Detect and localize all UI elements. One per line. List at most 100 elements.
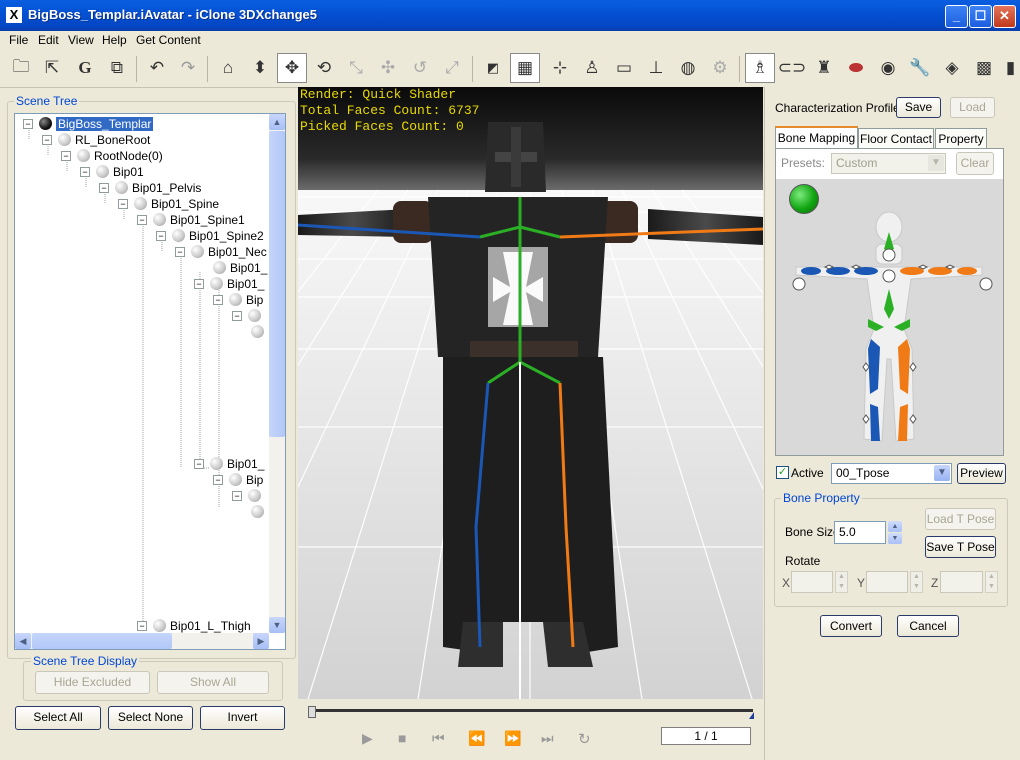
stepper-down-icon[interactable]: ▼ [888, 533, 902, 544]
open-folder-icon[interactable]: 🗀 [6, 53, 36, 83]
pill-icon[interactable]: ⊂⊃ [777, 53, 807, 83]
tab-bone-mapping[interactable]: Bone Mapping [775, 126, 858, 148]
sphere-icon[interactable]: ◉ [873, 53, 903, 83]
tab-floor-contact[interactable]: Floor Contact [858, 128, 934, 148]
tree-hscroll[interactable]: ◀ ▶ [15, 633, 269, 649]
scroll-down-icon[interactable]: ▼ [269, 617, 285, 633]
convert-button[interactable]: Convert [820, 615, 882, 637]
tree-node-label: RootNode(0) [94, 149, 163, 163]
render-mode-text: Render: Quick Shader [300, 87, 457, 102]
active-checkbox[interactable]: ✓ [776, 466, 789, 479]
select-none-button[interactable]: Select None [108, 706, 193, 730]
rotate-x-stepper[interactable]: ▲ ▼ [835, 571, 848, 593]
cancel-button[interactable]: Cancel [897, 615, 959, 637]
paint-icon[interactable]: ▩ [969, 53, 999, 83]
light-icon[interactable]: ♙ [577, 53, 607, 83]
timeline-panel: ▶ ■ ⏮ ⏪ ⏩ ⏭ ↻ 1 / 1 [298, 699, 763, 760]
first-frame-icon[interactable]: ⏮ [432, 730, 445, 747]
g-icon[interactable]: G [70, 53, 100, 83]
ground-icon[interactable]: ⊥ [641, 53, 671, 83]
grid-icon[interactable]: ▦ [510, 53, 540, 83]
move-icon[interactable]: ✥ [277, 53, 307, 83]
loop-icon[interactable]: ↻ [578, 730, 591, 748]
globe-icon[interactable]: ◍ [673, 53, 703, 83]
timeline-handle[interactable] [308, 706, 316, 718]
tree-vscroll[interactable]: ▲ ▼ [269, 114, 285, 633]
wireframe-icon[interactable]: ◩ [478, 53, 508, 83]
close-button[interactable]: ✕ [993, 5, 1016, 28]
bone-icon [172, 229, 185, 242]
wrench-icon[interactable]: 🔧 [905, 53, 935, 83]
stop-icon[interactable]: ■ [398, 730, 406, 746]
bones-icon[interactable]: ♜ [809, 53, 839, 83]
scene-tree[interactable]: − BigBoss_Templar − RL_BoneRoot − RootNode(… [14, 113, 286, 650]
timeline-track[interactable] [308, 709, 753, 712]
menu-view[interactable]: View [68, 33, 94, 47]
load-t-pose-button[interactable]: Load T Pose [925, 508, 996, 530]
box-icon[interactable]: ▭ [609, 53, 639, 83]
tab-property[interactable]: Property [935, 128, 987, 148]
menu-file[interactable]: File [9, 33, 28, 47]
scroll-left-icon[interactable]: ◀ [15, 633, 31, 649]
redo-icon[interactable]: ↷ [173, 53, 203, 83]
hide-excluded-button[interactable]: Hide Excluded [35, 671, 150, 694]
bone-size-input[interactable]: 5.0 [834, 521, 886, 544]
minimize-button[interactable]: _ [945, 5, 968, 28]
bone-icon [134, 197, 147, 210]
rotate-x-label: X [782, 576, 791, 590]
bone-size-stepper[interactable]: ▲ ▼ [888, 521, 902, 544]
tag-icon[interactable]: ◈ [937, 53, 967, 83]
character-icon[interactable]: ♗ [745, 53, 775, 83]
viewport-scene [298, 87, 763, 699]
scroll-thumb[interactable] [269, 131, 285, 437]
select-all-button[interactable]: Select All [15, 706, 101, 730]
reset-icon[interactable]: ↺ [405, 53, 435, 83]
save-button[interactable]: Save [896, 97, 941, 118]
save-t-pose-button[interactable]: Save T Pose [925, 536, 996, 558]
rotate-z-stepper[interactable]: ▲ ▼ [985, 571, 998, 593]
total-faces-text: Total Faces Count: 6737 [300, 103, 480, 118]
scroll-right-icon[interactable]: ▶ [253, 633, 269, 649]
fast-forward-icon[interactable]: ⏩ [504, 730, 521, 747]
frame-counter[interactable]: 1 / 1 [661, 727, 751, 745]
show-all-button[interactable]: Show All [157, 671, 269, 694]
play-icon[interactable]: ▶ [362, 730, 373, 747]
rotate-y-stepper[interactable]: ▲ ▼ [910, 571, 923, 593]
stepper-up-icon[interactable]: ▲ [888, 521, 902, 532]
3d-viewport[interactable]: Render: Quick Shader Total Faces Count: … [298, 87, 763, 699]
morph-icon[interactable]: ⬬ [841, 53, 871, 83]
scroll-up-icon[interactable]: ▲ [269, 114, 285, 130]
rotate-icon[interactable]: ⟲ [309, 53, 339, 83]
clear-button[interactable]: Clear [956, 152, 994, 175]
last-frame-icon[interactable]: ⏭ [541, 730, 554, 747]
menu-get-content[interactable]: Get Content [136, 33, 201, 47]
load-button[interactable]: Load [950, 97, 995, 118]
more-icon[interactable]: ▮ [1001, 53, 1020, 83]
rotate-y-input[interactable] [866, 571, 908, 593]
rotate-z-input[interactable] [940, 571, 983, 593]
fit-icon[interactable]: ⤢ [437, 53, 467, 83]
hscroll-thumb[interactable] [32, 633, 172, 649]
pan-icon[interactable]: ✣ [373, 53, 403, 83]
bone-icon [96, 165, 109, 178]
rotate-x-input[interactable] [791, 571, 833, 593]
presets-select[interactable]: Custom ▼ [831, 153, 946, 174]
menu-edit[interactable]: Edit [38, 33, 59, 47]
export-icon[interactable]: ⇱ [37, 53, 67, 83]
convert-icon[interactable]: ⧉ [102, 53, 132, 83]
down-arrow-icon[interactable]: ⬍ [245, 53, 275, 83]
undo-icon[interactable]: ↶ [142, 53, 172, 83]
preview-button[interactable]: Preview [957, 463, 1006, 484]
maximize-button[interactable]: ☐ [969, 5, 992, 28]
scale-icon[interactable]: ⤡ [341, 53, 371, 83]
axis-icon[interactable]: ⊹ [545, 53, 575, 83]
menu-help[interactable]: Help [102, 33, 127, 47]
pose-select[interactable]: 00_Tpose ▼ [831, 463, 952, 484]
tree-node-label: Bip [246, 473, 264, 487]
tree-node-label: Bip01_Spine2 [189, 229, 264, 243]
home-icon[interactable]: ⌂ [213, 53, 243, 83]
invert-button[interactable]: Invert [200, 706, 285, 730]
body-silhouette[interactable] [776, 179, 1003, 455]
rewind-icon[interactable]: ⏪ [468, 730, 485, 747]
settings-icon[interactable]: ⚙ [705, 53, 735, 83]
